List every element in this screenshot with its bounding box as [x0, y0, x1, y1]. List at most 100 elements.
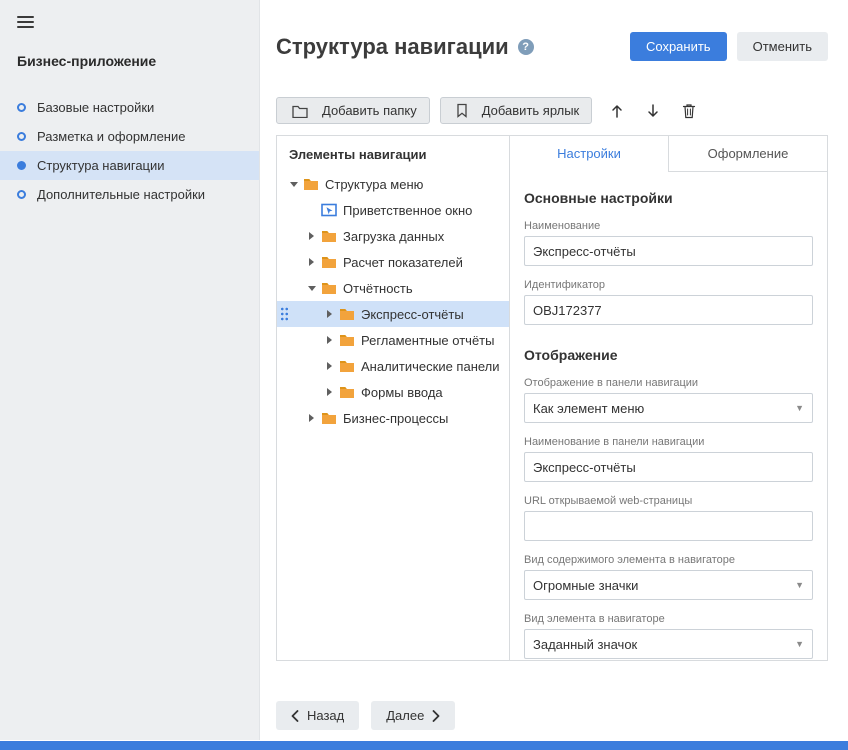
move-down-button[interactable] — [642, 99, 664, 123]
cancel-button[interactable]: Отменить — [737, 32, 828, 61]
app-title: Бизнес-приложение — [17, 53, 242, 69]
tree-item-label: Аналитические панели — [361, 359, 500, 374]
tree-item-input-forms[interactable]: Формы ввода — [277, 379, 509, 405]
add-folder-icon — [292, 104, 308, 118]
element-view-select[interactable]: Заданный значок ▼ — [524, 629, 813, 659]
tree-item-express-reports[interactable]: Экспресс-отчёты — [277, 301, 509, 327]
help-icon[interactable]: ? — [518, 39, 534, 55]
move-up-button[interactable] — [606, 99, 628, 123]
section-title-main: Основные настройки — [524, 190, 813, 206]
element-view-label: Вид элемента в навигаторе — [524, 613, 813, 625]
folder-icon — [321, 282, 337, 295]
add-folder-button[interactable]: Добавить папку — [276, 97, 430, 124]
tree-item-indicator-calculation[interactable]: Расчет показателей — [277, 249, 509, 275]
next-button[interactable]: Далее — [371, 701, 455, 730]
settings-form: Основные настройки Наименование Идентифи… — [510, 172, 827, 660]
nav-name-field-group: Наименование в панели навигации — [524, 436, 813, 482]
content-view-select[interactable]: Огромные значки ▼ — [524, 570, 813, 600]
settings-panel: Настройки Оформление Основные настройки … — [509, 135, 828, 661]
arrow-up-icon — [610, 103, 624, 119]
tree-item-business-processes[interactable]: Бизнес-процессы — [277, 405, 509, 431]
drag-handle-icon[interactable] — [280, 307, 289, 322]
caret-right-icon[interactable] — [305, 258, 318, 266]
tree-item-reporting[interactable]: Отчётность — [277, 275, 509, 301]
welcome-window-icon — [321, 203, 337, 217]
content-view-label: Вид содержимого элемента в навигаторе — [524, 554, 813, 566]
tree-item-label: Приветственное окно — [343, 203, 472, 218]
identifier-field-label: Идентификатор — [524, 279, 813, 291]
sidebar-item-navigation-structure[interactable]: Структура навигации — [0, 151, 259, 180]
sidebar-item-label: Дополнительные настройки — [37, 187, 205, 202]
display-mode-field-group: Отображение в панели навигации Как элеме… — [524, 377, 813, 423]
folder-icon — [303, 178, 319, 191]
sidebar-item-layout-appearance[interactable]: Разметка и оформление — [0, 122, 259, 151]
next-label: Далее — [386, 708, 424, 723]
folder-icon — [339, 334, 355, 347]
arrow-down-icon — [646, 103, 660, 119]
caret-right-icon[interactable] — [323, 336, 336, 344]
chevron-down-icon: ▼ — [795, 639, 804, 649]
url-input[interactable] — [524, 511, 813, 541]
toolbar: Добавить папку Добавить ярлык — [276, 97, 828, 124]
folder-icon — [339, 386, 355, 399]
identifier-input[interactable] — [524, 295, 813, 325]
step-circle-icon — [17, 161, 26, 170]
tree-item-label: Бизнес-процессы — [343, 411, 448, 426]
tree-item-welcome-window[interactable]: Приветственное окно — [277, 197, 509, 223]
app-window: Бизнес-приложение Базовые настройки Разм… — [0, 0, 848, 750]
chevron-left-icon — [291, 710, 299, 722]
add-folder-label: Добавить папку — [322, 103, 417, 118]
step-circle-icon — [17, 103, 26, 112]
sidebar-item-label: Базовые настройки — [37, 100, 154, 115]
caret-right-icon[interactable] — [323, 388, 336, 396]
save-button[interactable]: Сохранить — [630, 32, 727, 61]
tree-item-label: Отчётность — [343, 281, 413, 296]
delete-button[interactable] — [678, 99, 700, 123]
tree-item-regulated-reports[interactable]: Регламентные отчёты — [277, 327, 509, 353]
name-input[interactable] — [524, 236, 813, 266]
tab-settings[interactable]: Настройки — [510, 136, 668, 172]
caret-right-icon[interactable] — [323, 362, 336, 370]
back-button[interactable]: Назад — [276, 701, 359, 730]
bottom-accent-bar — [0, 741, 848, 750]
caret-right-icon[interactable] — [323, 310, 336, 318]
tree-item-label: Регламентные отчёты — [361, 333, 494, 348]
add-shortcut-label: Добавить ярлык — [482, 103, 580, 118]
caret-right-icon[interactable] — [305, 232, 318, 240]
hamburger-menu-icon[interactable] — [17, 14, 34, 33]
tab-appearance[interactable]: Оформление — [668, 136, 827, 171]
folder-icon — [339, 360, 355, 373]
name-field-group: Наименование — [524, 220, 813, 266]
sidebar-item-additional-settings[interactable]: Дополнительные настройки — [0, 180, 259, 209]
tree-item-menu-structure[interactable]: Структура меню — [277, 171, 509, 197]
caret-right-icon[interactable] — [305, 414, 318, 422]
tree-item-data-loading[interactable]: Загрузка данных — [277, 223, 509, 249]
sidebar: Бизнес-приложение Базовые настройки Разм… — [0, 0, 260, 740]
identifier-field-group: Идентификатор — [524, 279, 813, 325]
sidebar-item-label: Структура навигации — [37, 158, 165, 173]
add-shortcut-button[interactable]: Добавить ярлык — [440, 97, 593, 124]
tree-item-label: Экспресс-отчёты — [361, 307, 464, 322]
nav-name-input[interactable] — [524, 452, 813, 482]
tree-header: Элементы навигации — [277, 136, 509, 171]
sidebar-item-basic-settings[interactable]: Базовые настройки — [0, 93, 259, 122]
tree-item-label: Загрузка данных — [343, 229, 444, 244]
caret-down-icon[interactable] — [287, 182, 300, 187]
tree-item-label: Формы ввода — [361, 385, 443, 400]
caret-down-icon[interactable] — [305, 286, 318, 291]
back-label: Назад — [307, 708, 344, 723]
chevron-down-icon: ▼ — [795, 403, 804, 413]
folder-icon — [339, 308, 355, 321]
trash-icon — [682, 103, 696, 119]
tree-item-label: Расчет показателей — [343, 255, 463, 270]
content-view-value: Огромные значки — [533, 578, 638, 593]
add-shortcut-icon — [456, 103, 468, 118]
main-content: Структура навигации ? Сохранить Отменить… — [260, 0, 848, 740]
tree-item-analytic-panels[interactable]: Аналитические панели — [277, 353, 509, 379]
chevron-down-icon: ▼ — [795, 580, 804, 590]
nav-name-label: Наименование в панели навигации — [524, 436, 813, 448]
panel-tabs: Настройки Оформление — [510, 136, 827, 172]
display-mode-select[interactable]: Как элемент меню ▼ — [524, 393, 813, 423]
element-view-value: Заданный значок — [533, 637, 637, 652]
sidebar-item-label: Разметка и оформление — [37, 129, 185, 144]
